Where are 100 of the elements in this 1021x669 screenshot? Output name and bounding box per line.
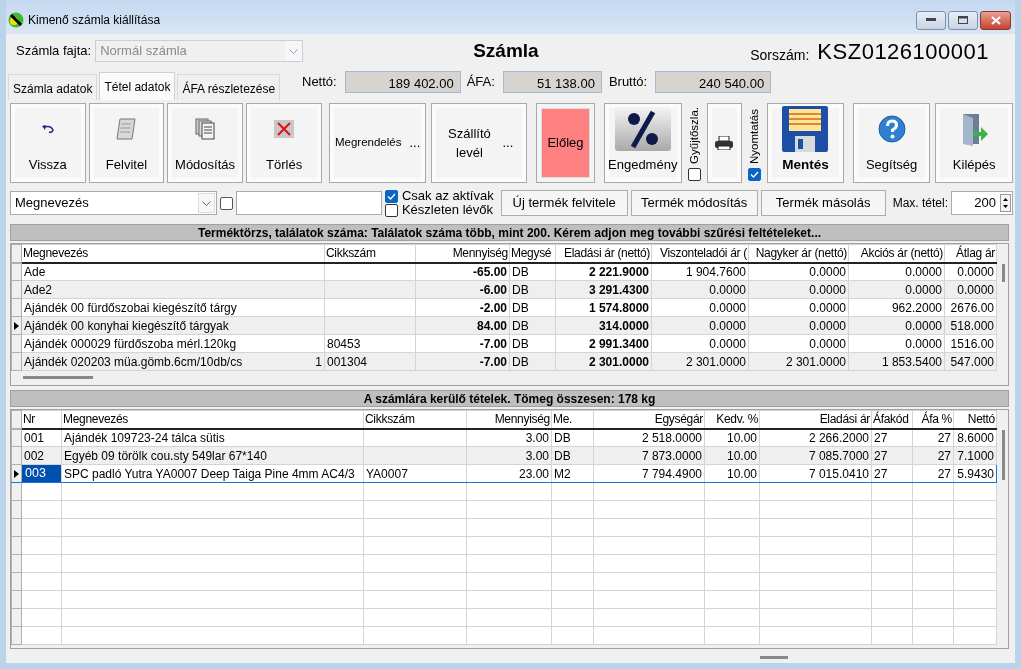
column-header[interactable]: Megnevezés: [61, 410, 364, 429]
table-cell: 1: [315, 353, 322, 370]
column-header[interactable]: Cikkszám: [363, 410, 467, 429]
scrollbar-thumb[interactable]: [1002, 430, 1005, 480]
table-cell: -2.00: [415, 298, 510, 317]
close-icon: [990, 15, 1001, 25]
maximize-icon: [958, 16, 968, 24]
table-cell: 23.00: [466, 464, 552, 483]
row-header[interactable]: [11, 464, 22, 483]
checkbox[interactable]: [384, 189, 398, 203]
column-header[interactable]: Mennyiség: [415, 244, 510, 263]
table-cell: 003: [22, 465, 61, 482]
toolbar-button[interactable]: Felvitel: [88, 103, 165, 183]
table-cell: 001: [21, 428, 62, 447]
table-cell: 1516.00: [944, 334, 997, 353]
table-cell: 80453: [324, 334, 416, 353]
grid-caption: A számlára kerülő tételek. Tömeg összesen: 178 kg: [10, 390, 1009, 407]
column-header[interactable]: Eladási ár: [759, 410, 872, 429]
scrollbar-thumb[interactable]: [23, 376, 93, 379]
column-header[interactable]: Nr: [21, 410, 62, 429]
column-header[interactable]: Áfa %: [912, 410, 954, 429]
form-title: Számla: [473, 38, 539, 63]
table-cell: 7 015.0410: [759, 464, 872, 483]
table-cell: 7 794.4900: [593, 464, 705, 483]
checkbox[interactable]: [219, 196, 233, 210]
table-cell: 0.0000: [848, 334, 945, 353]
chevron-down-icon: [289, 48, 299, 54]
column-header[interactable]: Kedv. %: [704, 410, 760, 429]
toolbar-button[interactable]: Törlés: [245, 103, 323, 183]
action-button[interactable]: Termék módosítás: [630, 190, 758, 216]
grid-caption: Terméktörzs, találatok száma: Találatok száma több, mint 200. Kérem adjon meg további szűrési feltételeket...: [10, 224, 1009, 241]
toolbar-button[interactable]: Kilépés: [935, 103, 1013, 183]
checkbox[interactable]: [747, 168, 761, 181]
table-cell: DB: [509, 298, 556, 317]
toolbar-button[interactable]: Engedmény: [603, 103, 682, 183]
table-cell: 0.0000: [651, 298, 749, 317]
table-cell: Ajándék 020203 müa.gömb.6cm/10db/cs: [24, 354, 243, 369]
column-header[interactable]: Akciós ár (nettó): [848, 244, 945, 263]
print-button[interactable]: [707, 103, 742, 183]
checkbox[interactable]: [687, 168, 701, 181]
table-cell: 27: [912, 464, 954, 483]
table-cell: -65.00: [415, 262, 510, 281]
vertical-label: Nyomtatás: [746, 109, 761, 164]
scrollbar-thumb[interactable]: [1002, 264, 1005, 282]
tab[interactable]: Tétel adatok: [99, 72, 176, 100]
total-field: 51 138.00: [502, 71, 602, 93]
column-header[interactable]: Nagyker ár (nettó): [748, 244, 849, 263]
column-header[interactable]: Áfakód: [871, 410, 913, 429]
column-header[interactable]: Viszonteladói ár (: [651, 244, 749, 263]
column-header[interactable]: Mennyiség: [466, 410, 552, 429]
table-cell: DB: [551, 428, 594, 447]
toolbar-button[interactable]: Előleg: [536, 103, 595, 183]
column-header[interactable]: Egységár: [593, 410, 705, 429]
column-header[interactable]: Nettó: [953, 410, 997, 429]
toolbar-button[interactable]: Módosítás: [167, 103, 243, 183]
action-button[interactable]: Termék másolás: [760, 190, 886, 216]
tab[interactable]: Számla adatok: [8, 74, 98, 100]
action-button[interactable]: Új termék felvitele: [500, 190, 628, 216]
minimize-button[interactable]: [916, 10, 946, 30]
table-cell: 2 266.2000: [759, 428, 872, 447]
notepad-icon: [115, 117, 138, 142]
tab[interactable]: ÁFA részletezése: [177, 74, 281, 100]
toolbar-button[interactable]: Megrendelés ...: [329, 103, 426, 183]
field-label: Max. tétel:: [892, 195, 948, 212]
search-input[interactable]: [235, 191, 382, 215]
column-header[interactable]: Me.: [551, 410, 594, 429]
toolbar-button[interactable]: Segítség: [852, 103, 931, 183]
invoice-number: KSZ0126100001: [817, 37, 989, 66]
column-header[interactable]: Megnevezés: [21, 244, 325, 263]
table-cell: DB: [509, 262, 556, 281]
spin-field[interactable]: 200: [951, 191, 1013, 215]
table-cell: 3.00: [466, 428, 552, 447]
vertical-label: Gyűjtőszla.: [686, 107, 701, 164]
table-cell: M2: [551, 464, 594, 483]
column-header[interactable]: Átlag ár: [944, 244, 997, 263]
row-header[interactable]: [11, 316, 22, 335]
minimize-icon: [926, 18, 936, 22]
table-cell: 0.0000: [748, 298, 849, 317]
column-header[interactable]: Megysé: [509, 244, 556, 263]
close-button[interactable]: [980, 10, 1011, 30]
app-icon: [8, 12, 24, 28]
table-cell: Ajándék 109723-24 tálca sütis: [61, 428, 364, 447]
table-cell: 5.9430: [953, 464, 997, 483]
number-label: Sorszám:: [750, 45, 810, 65]
scrollbar-thumb[interactable]: [760, 656, 788, 659]
table-cell: 27: [871, 428, 913, 447]
column-header[interactable]: Cikkszám: [324, 244, 416, 263]
search-field-dropdown[interactable]: Megnevezés: [10, 191, 217, 215]
table-cell: 0.0000: [748, 334, 849, 353]
toolbar-button[interactable]: Vissza: [10, 103, 86, 183]
column-header[interactable]: Eladási ár (nettó): [555, 244, 652, 263]
help-icon: [877, 115, 906, 144]
field-label: Számla fajta:: [16, 42, 92, 61]
toolbar-button[interactable]: Mentés: [767, 103, 844, 183]
checkbox[interactable]: [384, 203, 398, 217]
table-cell: SPC padló Yutra YA0007 Deep Taiga Pine 4mm AC4/3: [61, 464, 364, 483]
maximize-button[interactable]: [948, 10, 978, 30]
checkbox-label: Készleten lévők: [401, 203, 493, 217]
checkmark-icon: [749, 171, 759, 178]
documents-icon: [195, 118, 216, 141]
